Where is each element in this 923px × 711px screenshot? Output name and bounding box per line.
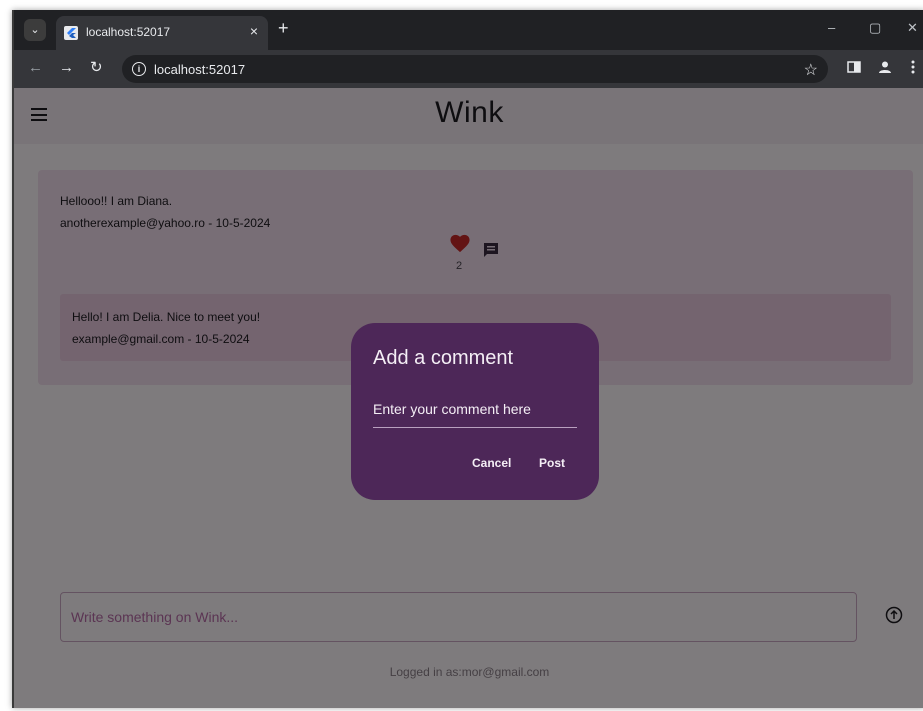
- web-page: Wink Hellooo!! I am Diana. anotherexampl…: [14, 88, 923, 708]
- minimize-button[interactable]: –: [828, 20, 835, 35]
- forward-icon[interactable]: →: [59, 60, 74, 75]
- url-text: localhost:52017: [154, 62, 246, 77]
- tab-close-icon[interactable]: ×: [250, 23, 258, 39]
- cancel-button[interactable]: Cancel: [472, 456, 511, 470]
- tab-strip: ⌄ localhost:52017 × + – ▢ ✕: [14, 10, 923, 50]
- back-icon[interactable]: ←: [28, 60, 43, 75]
- maximize-button[interactable]: ▢: [869, 20, 881, 36]
- browser-tab[interactable]: localhost:52017 ×: [56, 16, 268, 50]
- address-bar[interactable]: i localhost:52017 ☆: [122, 55, 828, 83]
- dialog-title: Add a comment: [373, 347, 514, 369]
- more-vert-icon[interactable]: [911, 60, 915, 79]
- tab-title: localhost:52017: [86, 25, 171, 39]
- new-tab-button[interactable]: +: [278, 19, 289, 37]
- add-comment-dialog: Add a comment Enter your comment here Ca…: [351, 323, 599, 500]
- info-icon[interactable]: i: [132, 62, 146, 76]
- post-button[interactable]: Post: [539, 456, 565, 470]
- browser-toolbar: ← → ↻ i localhost:52017 ☆: [14, 50, 923, 88]
- browser-window: ⌄ localhost:52017 × + – ▢ ✕ ← → ↻ i loca…: [12, 10, 923, 708]
- star-icon[interactable]: ☆: [804, 60, 818, 80]
- sidepanel-icon[interactable]: [847, 60, 861, 79]
- flutter-favicon-icon: [64, 26, 78, 40]
- comment-input[interactable]: Enter your comment here: [373, 401, 531, 417]
- close-window-button[interactable]: ✕: [907, 20, 918, 36]
- profile-icon[interactable]: [878, 60, 892, 79]
- reload-icon[interactable]: ↻: [90, 60, 103, 75]
- comment-input-underline: [373, 427, 577, 428]
- tab-search-icon[interactable]: ⌄: [24, 19, 46, 41]
